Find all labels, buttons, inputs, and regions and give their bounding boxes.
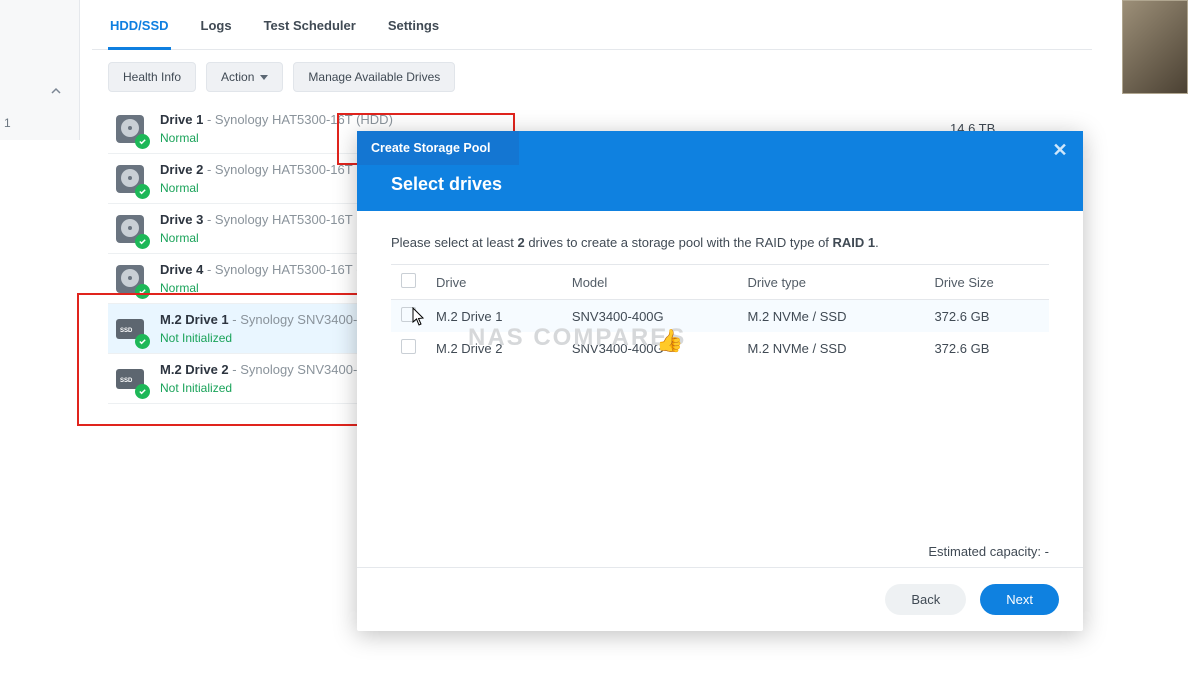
drive-desc: - Synology SNV3400- <box>229 312 358 327</box>
manage-drives-button[interactable]: Manage Available Drives <box>293 62 455 92</box>
action-menu-button[interactable]: Action <box>206 62 283 92</box>
cell-drive: M.2 Drive 2 <box>426 332 562 364</box>
svg-text:SSD: SSD <box>120 328 133 334</box>
drive-name: Drive 4 <box>160 262 203 277</box>
hdd-icon <box>114 213 146 245</box>
drive-name: Drive 1 <box>160 112 203 127</box>
drive-name: Drive 2 <box>160 162 203 177</box>
drive-name: M.2 Drive 1 <box>160 312 229 327</box>
cell-type: M.2 NVMe / SSD <box>738 332 925 364</box>
drive-select-table: Drive Model Drive type Drive Size M.2 Dr… <box>391 264 1049 364</box>
manage-drives-label: Manage Available Drives <box>308 70 440 84</box>
next-button[interactable]: Next <box>980 584 1059 615</box>
dialog-heading: Select drives <box>391 174 502 195</box>
col-type: Drive type <box>738 265 925 300</box>
hdd-icon <box>114 163 146 195</box>
action-label: Action <box>221 70 254 84</box>
cell-model: SNV3400-400G <box>562 332 738 364</box>
table-row[interactable]: M.2 Drive 1SNV3400-400GM.2 NVMe / SSD372… <box>391 300 1049 333</box>
drive-desc: - Synology HAT5300-16T <box>203 162 352 177</box>
cell-drive: M.2 Drive 1 <box>426 300 562 333</box>
col-model: Model <box>562 265 738 300</box>
col-size: Drive Size <box>924 265 1049 300</box>
health-info-label: Health Info <box>123 70 181 84</box>
ssd-icon: SSD <box>114 313 146 345</box>
cell-size: 372.6 GB <box>924 332 1049 364</box>
row-checkbox[interactable] <box>401 307 416 322</box>
drive-desc: - Synology SNV3400- <box>229 362 358 377</box>
drive-desc: - Synology HAT5300-16T ( <box>203 262 360 277</box>
ssd-icon: SSD <box>114 363 146 395</box>
hdd-icon <box>114 113 146 145</box>
drive-desc: - Synology HAT5300-16T <box>203 212 352 227</box>
create-storage-pool-dialog: Create Storage Pool ✕ Select drives Plea… <box>357 131 1083 631</box>
sidebar-count: 1 <box>4 116 11 130</box>
dialog-title: Create Storage Pool <box>371 141 490 155</box>
back-button[interactable]: Back <box>885 584 966 615</box>
hdd-icon <box>114 263 146 295</box>
cell-size: 372.6 GB <box>924 300 1049 333</box>
select-prompt: Please select at least 2 drives to creat… <box>391 235 1049 250</box>
dialog-body: Please select at least 2 drives to creat… <box>357 211 1083 567</box>
close-icon[interactable]: ✕ <box>1051 141 1069 159</box>
row-checkbox[interactable] <box>401 339 416 354</box>
col-drive: Drive <box>426 265 562 300</box>
svg-text:SSD: SSD <box>120 378 133 384</box>
chevron-up-icon[interactable] <box>51 84 61 94</box>
picture-in-picture-thumbnail <box>1122 0 1188 94</box>
tab-settings[interactable]: Settings <box>386 18 441 49</box>
select-all-checkbox[interactable] <box>401 273 416 288</box>
drive-desc: - Synology HAT5300-16T (HDD) <box>203 112 393 127</box>
tab-logs[interactable]: Logs <box>199 18 234 49</box>
estimated-capacity: Estimated capacity: - <box>928 544 1049 559</box>
health-info-button[interactable]: Health Info <box>108 62 196 92</box>
table-row[interactable]: M.2 Drive 2SNV3400-400GM.2 NVMe / SSD372… <box>391 332 1049 364</box>
cell-type: M.2 NVMe / SSD <box>738 300 925 333</box>
tab-hdd-ssd[interactable]: HDD/SSD <box>108 18 171 50</box>
tab-bar: HDD/SSD Logs Test Scheduler Settings <box>92 0 1092 50</box>
cell-model: SNV3400-400G <box>562 300 738 333</box>
drive-name: Drive 3 <box>160 212 203 227</box>
dialog-titlebar[interactable]: Create Storage Pool <box>357 131 519 165</box>
drive-name: M.2 Drive 2 <box>160 362 229 377</box>
sidebar-fragment: 1 <box>0 0 80 140</box>
dialog-footer: Back Next <box>357 567 1083 631</box>
caret-down-icon <box>260 75 268 80</box>
tab-test-scheduler[interactable]: Test Scheduler <box>262 18 358 49</box>
toolbar: Health Info Action Manage Available Driv… <box>92 50 1092 104</box>
